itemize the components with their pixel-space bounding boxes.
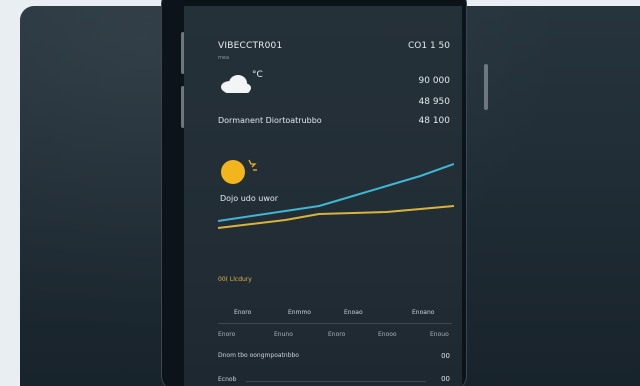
temp-unit: °C bbox=[252, 70, 263, 80]
stat-label-1: Dnom tbo oongmpoatnbbo bbox=[218, 352, 299, 359]
table-header-4: Enoano bbox=[412, 309, 435, 316]
table-header-3: Enoao bbox=[344, 309, 363, 316]
table-cell-1: Enoro bbox=[218, 331, 236, 338]
app-subtitle: mea bbox=[218, 55, 230, 61]
weather-value-3: 48 100 bbox=[418, 116, 451, 126]
chart-series-1-line bbox=[218, 163, 454, 222]
weather-description: Dormanent Diortoatrubbo bbox=[218, 116, 322, 125]
table-header-1: Enoro bbox=[234, 309, 252, 316]
top-right-value: CO1 1 50 bbox=[408, 41, 450, 51]
table-cell-4: Enooo bbox=[378, 331, 397, 338]
section-label: 00( Llcdury bbox=[218, 276, 252, 283]
table-header-2: Enmmo bbox=[288, 309, 311, 316]
app-title: VIBECCTR001 bbox=[218, 41, 283, 51]
stat-value-1: 00 bbox=[441, 352, 450, 360]
table-cell-3: Enoro bbox=[328, 331, 346, 338]
weather-value-2: 48 950 bbox=[418, 97, 451, 107]
line-chart bbox=[218, 163, 454, 229]
stat-label-2: Ecnob bbox=[218, 376, 237, 383]
stat-value-2: 00 bbox=[441, 375, 450, 383]
weather-value-1: 90 000 bbox=[418, 76, 451, 86]
side-button-right[interactable] bbox=[484, 64, 488, 110]
stat-divider bbox=[246, 381, 426, 382]
phone-screen: VIBECCTR001 mea CO1 1 50 °C 90 000 48 95… bbox=[184, 6, 462, 386]
table-divider bbox=[218, 323, 452, 324]
cloud-icon bbox=[221, 75, 251, 93]
chart-series-2-line bbox=[218, 205, 454, 229]
table-cell-2: Enuno bbox=[274, 331, 293, 338]
table-cell-5: Enouo bbox=[430, 331, 449, 338]
